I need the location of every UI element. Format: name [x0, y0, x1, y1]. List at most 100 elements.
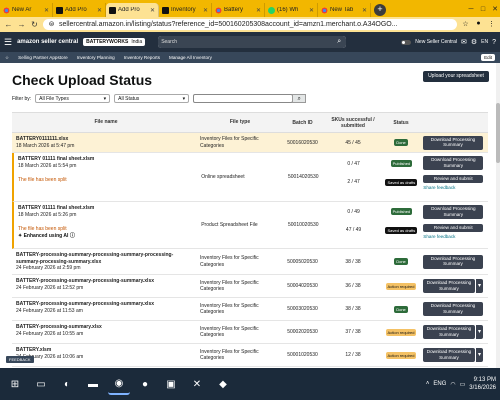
upload-spreadsheet-button[interactable]: Upload your spreadsheet [423, 71, 489, 82]
ai-enhanced-label: ✦ Enhanced using AI ⓘ [18, 232, 75, 239]
close-icon[interactable]: ✕ [44, 7, 49, 14]
amazon-icon [56, 6, 63, 14]
language-indicator[interactable]: ENG [433, 381, 446, 387]
table-row: BATTERY.xlsm 24 February 2026 at 10:06 am… [12, 344, 488, 367]
search-button[interactable]: ⌕ [292, 94, 307, 103]
folder-icon[interactable]: ▬ [82, 373, 104, 395]
download-summary-button[interactable]: Download Processing Summary [423, 254, 483, 269]
chevron-down-icon[interactable]: ▾ [476, 279, 483, 293]
back-icon[interactable]: ← [4, 20, 13, 29]
browser-tab-active[interactable]: Add Pro ✕ [106, 3, 159, 17]
search-icon[interactable]: ⌕ [332, 36, 347, 48]
wifi-icon[interactable]: ◠ [450, 381, 455, 388]
store-switcher[interactable]: BATTERYWORKS India [83, 38, 146, 46]
browser-tab[interactable]: New Tab ✕ [318, 3, 371, 17]
close-icon[interactable]: ✕ [150, 7, 155, 14]
browser-tab[interactable]: (16) Wh ✕ [265, 3, 318, 17]
close-window-icon[interactable]: ✕ [490, 5, 500, 15]
info-icon[interactable]: ⓘ [70, 233, 75, 239]
chrome-icon[interactable]: ◉ [108, 373, 130, 395]
clock[interactable]: 9:13 PM 3/16/2026 [469, 376, 496, 392]
status-badge: Published [390, 160, 413, 167]
nav-item[interactable]: Manage All Inventory [169, 55, 212, 60]
address-bar[interactable]: ⊜ sellercentral.amazon.in/listing/status… [43, 19, 457, 30]
search-input[interactable]: Search [158, 36, 333, 48]
download-summary-button[interactable]: Download Processing Summary [423, 135, 483, 150]
app-icon[interactable]: ◆ [212, 373, 234, 395]
status-select[interactable]: All Status ▾ [114, 94, 190, 103]
col-batch-id: Batch ID [292, 119, 313, 126]
table-row: BATTERY-processing-summary-processing-su… [12, 275, 488, 298]
sku-count: 0 / 49 [347, 209, 360, 215]
close-icon[interactable]: ✕ [97, 7, 102, 14]
chevron-down-icon[interactable]: ▾ [476, 348, 483, 362]
page-scrollbar[interactable] [496, 63, 500, 368]
maximize-icon[interactable]: □ [478, 5, 488, 15]
review-submit-button[interactable]: Review and submit [423, 175, 484, 183]
browser-tab[interactable]: New Ar ✕ [0, 3, 53, 17]
hamburger-icon[interactable]: ☰ [4, 37, 12, 48]
download-summary-button[interactable]: Download Processing Summary [423, 348, 475, 362]
col-skus[interactable]: SKUs successful / submitted [325, 114, 381, 132]
star-icon[interactable]: ☆ [461, 20, 470, 29]
close-icon[interactable]: ✕ [309, 7, 314, 14]
download-summary-button[interactable]: Download Processing Summary [423, 302, 483, 316]
share-feedback-link[interactable]: Share feedback [423, 234, 486, 239]
chevron-down-icon[interactable]: ▾ [476, 325, 483, 339]
close-icon[interactable]: ✕ [362, 7, 367, 14]
chevron-up-icon[interactable]: ˄ [426, 381, 430, 387]
download-summary-button[interactable]: Download Processing Summary [423, 279, 475, 293]
minimize-icon[interactable]: ─ [466, 5, 476, 15]
taskview-icon[interactable]: ▭ [30, 373, 52, 395]
windows-taskbar: ⊞ ▭ ◐ ▬ ◉ ● ▣ ✕ ◆ ˄ ENG ◠ ▭ 9:13 PM 3/16/… [0, 368, 500, 400]
new-tab-button[interactable]: + [374, 4, 386, 16]
nav-item[interactable]: Selling Partner Appstore [18, 55, 68, 60]
browser-tab[interactable]: Battery ✕ [212, 3, 265, 17]
upload-date: 18 March 2026 at 5:47 pm [16, 142, 75, 149]
upload-search-input[interactable] [193, 94, 294, 103]
close-icon[interactable]: ✕ [256, 7, 261, 14]
battery-icon[interactable]: ▭ [460, 381, 466, 388]
amazon-logo[interactable]: amazon seller central [17, 39, 78, 45]
review-submit-button[interactable]: Review and submit [423, 224, 484, 232]
header-search[interactable]: Search ⌕ [158, 36, 347, 48]
download-summary-button[interactable]: Download Processing Summary [423, 325, 475, 339]
help-icon[interactable]: ? [492, 39, 496, 46]
edit-nav-button[interactable]: Edit [481, 54, 495, 61]
download-summary-button[interactable]: Download Processing Summary [423, 156, 484, 170]
file-type-select[interactable]: All File Types ▾ [35, 94, 111, 103]
language-selector[interactable]: EN [481, 39, 488, 45]
site-info-icon[interactable]: ⊜ [47, 20, 56, 29]
upload-date: 24 February 2026 at 2:59 pm [16, 265, 81, 271]
edge-icon[interactable]: ◐ [56, 373, 78, 395]
menu-icon[interactable]: ⋮ [487, 20, 496, 29]
windows-start-icon[interactable]: ⊞ [4, 373, 26, 395]
firefox-icon[interactable]: ● [134, 373, 156, 395]
bookmark-star-icon[interactable]: ☆ [5, 55, 9, 61]
scrollbar-thumb[interactable] [496, 103, 500, 163]
browser-tab-strip: New Ar ✕ Add Pro ✕ Add Pro ✕ Inventory ✕ Bat… [0, 0, 500, 17]
nav-item[interactable]: Inventory Planning [77, 55, 115, 60]
nav-item[interactable]: Inventory Reports [124, 55, 160, 60]
browser-tab[interactable]: Inventory ✕ [159, 3, 212, 17]
close-icon[interactable]: ✕ [203, 7, 208, 14]
profile-icon[interactable]: ● [474, 20, 483, 29]
store-icon[interactable]: ▣ [160, 373, 182, 395]
settings-icon[interactable]: ⚙ [471, 38, 477, 46]
col-file-type[interactable]: File type [200, 116, 280, 129]
share-feedback-link[interactable]: Share feedback [423, 185, 486, 190]
download-summary-button[interactable]: Download Processing Summary [423, 205, 484, 219]
sku-count: 37 / 38 [345, 329, 361, 335]
browser-tab[interactable]: Add Pro ✕ [53, 3, 106, 17]
new-seller-central-toggle[interactable] [401, 39, 412, 45]
feedback-button[interactable]: FEEDBACK [6, 356, 34, 363]
file-type: Inventory Files for Specific Categories [200, 255, 259, 268]
header-right: New Seller Central ✉ ⚙ EN ? [401, 38, 496, 46]
col-file-name[interactable]: File name [12, 116, 200, 129]
forward-icon[interactable]: → [17, 20, 26, 29]
reload-icon[interactable]: ↻ [30, 20, 39, 29]
excel-icon[interactable]: ✕ [186, 373, 208, 395]
mail-icon[interactable]: ✉ [461, 38, 467, 46]
upload-date: 24 February 2026 at 11:53 am [16, 307, 83, 314]
upload-status-table: File name File type Batch ID SKUs succes… [12, 112, 488, 367]
